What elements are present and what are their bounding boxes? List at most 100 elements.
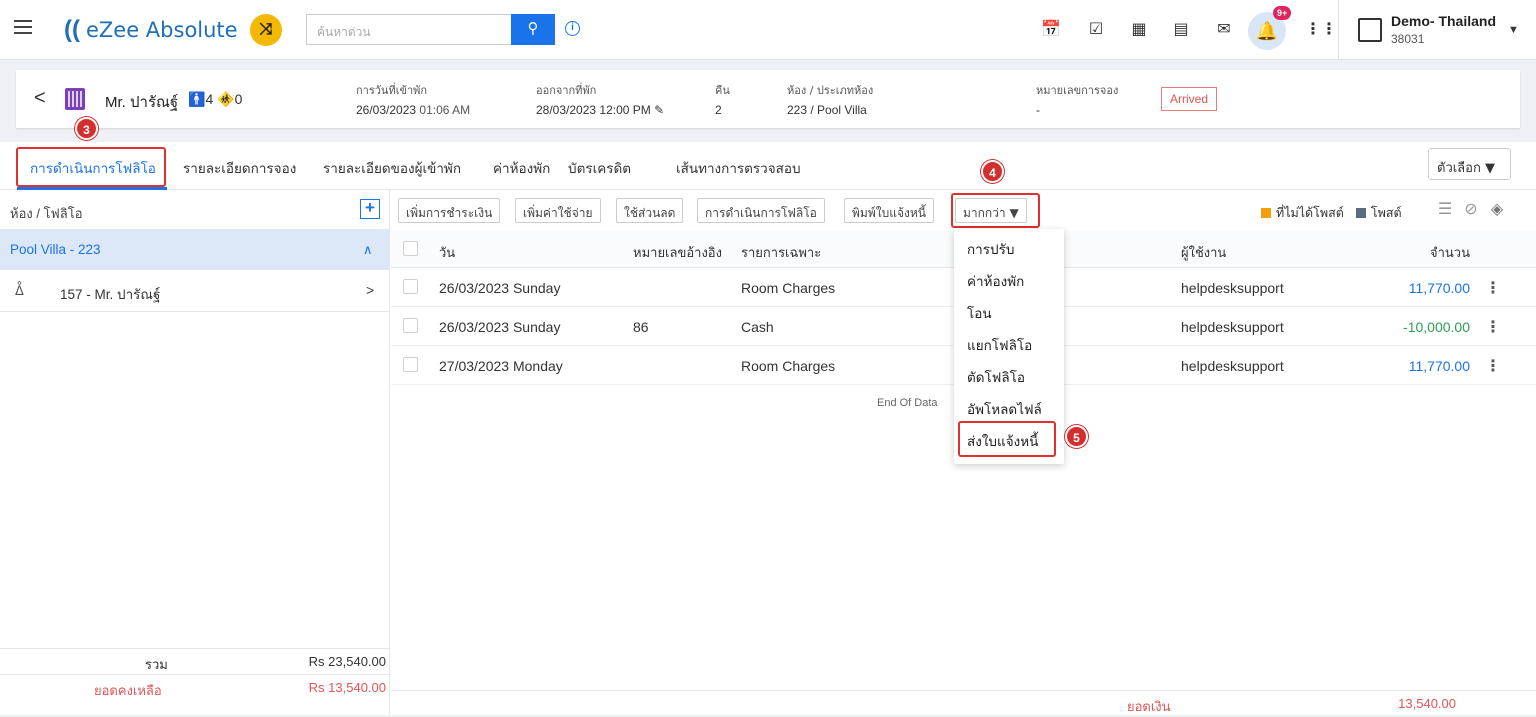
checkin-date: 26/03/2023 [356, 103, 417, 117]
layers-icon[interactable]: ◈ [1486, 199, 1508, 221]
shuffle-icon[interactable]: ⤨ [250, 14, 282, 46]
total-value: Rs 23,540.00 [308, 654, 386, 669]
folio-panel: การดำเนินการโฟลิโอ รายละเอียดการจอง รายล… [0, 142, 1536, 715]
checkout-time: 12:00 PM [599, 103, 651, 117]
room-icon [65, 88, 85, 110]
menu-item-transfer[interactable]: โอน [967, 302, 992, 324]
row-desc: Room Charges [741, 358, 836, 374]
building-icon [1358, 18, 1382, 42]
guest-name: Mr. ปารัณฐ์ [105, 94, 179, 111]
checkin-time: 01:06 AM [419, 103, 471, 117]
row-user: helpdesksupport [1181, 319, 1284, 335]
logo-text: eZee Absolute [85, 18, 238, 42]
legend: ที่ไม่ได้โพสต์ โพสต์ [1261, 203, 1402, 223]
col-desc: รายการเฉพาะ [741, 246, 822, 261]
menu-item-room-charge[interactable]: ค่าห้องพัก [967, 270, 1024, 292]
room-group-label: Pool Villa - 223 [10, 242, 101, 257]
folio-item[interactable]: ᐂ 157 - Mr. ปารัณฐ์ > [0, 270, 389, 312]
print-invoice-button[interactable]: พิมพ์ใบแจ้งหนี้ [844, 198, 934, 223]
search-input[interactable]: ค้นหาด่วน [306, 14, 512, 45]
room-label: ห้อง / ประเภทห้อง [787, 84, 874, 97]
app-logo[interactable]: (( eZee Absolute [64, 14, 238, 46]
notification-badge: 9+ [1273, 6, 1292, 20]
tab-booking-details[interactable]: รายละเอียดการจอง [183, 157, 296, 179]
add-payment-button[interactable]: เพิ่มการชำระเงิน [398, 198, 501, 223]
options-dropdown[interactable]: ตัวเลือก ▼ [1428, 148, 1511, 180]
chevron-right-icon[interactable]: > [366, 282, 374, 298]
row-more-icon[interactable]: ⋮ [1485, 356, 1501, 376]
apps-grid-icon[interactable]: ⋮⋮ [1305, 19, 1337, 41]
top-bar: (( eZee Absolute ⤨ ค้นหาด่วน ⚲ i 📅 ☑ ▦ ▤… [0, 0, 1536, 60]
total-row: รวม Rs 23,540.00 [0, 648, 390, 673]
checkout-label: ออกจากที่พัก [536, 84, 597, 97]
resno-value: - [1036, 103, 1040, 117]
tab-audit-trail[interactable]: เส้นทางการตรวจสอบ [676, 157, 801, 179]
checkin-field: การวันที่เข้าพัก 26/03/2023 01:06 AM [356, 81, 470, 117]
property-name[interactable]: Demo- Thailand [1391, 13, 1496, 29]
end-of-data: End Of Data [877, 397, 938, 409]
logo-icon: (( [64, 16, 80, 43]
calendar-add-icon[interactable]: 📅 [1040, 19, 1062, 41]
row-checkbox[interactable] [403, 318, 418, 333]
search-icon: ⚲ [527, 20, 539, 37]
unposted-swatch [1261, 208, 1271, 218]
balance-label: ยอดคงเหลือ [94, 683, 162, 698]
add-folio-icon[interactable]: + [360, 199, 380, 219]
folio-operations-button[interactable]: การดำเนินการโฟลิโอ [697, 198, 825, 223]
room-folio-list: ห้อง / โฟลิโอ + Pool Villa - 223 ∧ ᐂ 157… [0, 190, 390, 715]
highlight-box [951, 193, 1040, 228]
row-checkbox[interactable] [403, 279, 418, 294]
tab-credit-card[interactable]: บัตรเครดิต [568, 157, 631, 179]
row-desc: Cash [741, 319, 774, 335]
room-value: 223 / Pool Villa [787, 103, 867, 117]
room-group-item[interactable]: Pool Villa - 223 ∧ [0, 230, 389, 270]
add-charge-button[interactable]: เพิ่มค่าใช้จ่าย [515, 198, 601, 223]
folio-tree-icon: ᐂ [15, 283, 24, 298]
highlight-box [958, 421, 1056, 457]
menu-icon[interactable] [14, 20, 32, 34]
row-desc: Room Charges [741, 280, 836, 296]
row-amount: 11,770.00 [1408, 280, 1470, 296]
row-date: 27/03/2023 Monday [439, 358, 563, 374]
select-all-checkbox[interactable] [403, 241, 418, 256]
mail-icon[interactable]: ✉ [1213, 19, 1235, 41]
row-more-icon[interactable]: ⋮ [1485, 278, 1501, 298]
step-marker-4: 4 [981, 160, 1004, 183]
balance-row: ยอดคงเหลือ Rs 13,540.00 [0, 674, 390, 699]
edit-pencil-icon[interactable]: ✎ [654, 103, 664, 117]
pax-count: 🚹4 🚸0 [188, 91, 243, 107]
table-footer: ยอดเงิน 13,540.00 [391, 690, 1536, 715]
calendar-check-icon[interactable]: ☑ [1085, 19, 1107, 41]
tab-folio-operations[interactable]: การดำเนินการโฟลิโอ [30, 157, 156, 179]
menu-item-split-folio[interactable]: แยกโฟลิโอ [967, 334, 1032, 356]
calendar-icon[interactable]: ▦ [1128, 19, 1150, 41]
checkout-field: ออกจากที่พัก 28/03/2023 12:00 PM ✎ [536, 81, 664, 117]
menu-item-cut-folio[interactable]: ตัดโฟลิโอ [967, 366, 1025, 388]
footer-value: 13,540.00 [1398, 696, 1456, 711]
menu-item-adjustment[interactable]: การปรับ [967, 238, 1014, 260]
col-ref: หมายเลขอ้างอิง [633, 246, 722, 261]
chevron-down-icon[interactable]: ▼ [1508, 24, 1519, 36]
row-date: 26/03/2023 Sunday [439, 280, 561, 296]
row-checkbox[interactable] [403, 357, 418, 372]
back-arrow-icon[interactable]: < [34, 87, 46, 110]
step-marker-5: 5 [1065, 425, 1088, 448]
hide-icon[interactable]: ⊘ [1460, 199, 1482, 221]
row-amount: 11,770.00 [1408, 358, 1470, 374]
apply-discount-button[interactable]: ใช้ส่วนลด [616, 198, 684, 223]
tab-guest-details[interactable]: รายละเอียดของผู้เข้าพัก [323, 157, 461, 179]
billing-icon[interactable]: ▤ [1170, 19, 1192, 41]
chevron-up-icon[interactable]: ∧ [363, 242, 373, 258]
status-badge: Arrived [1161, 87, 1218, 111]
resno-label: หมายเลขการจอง [1036, 84, 1119, 97]
legend-unposted: ที่ไม่ได้โพสต์ [1276, 205, 1344, 220]
info-icon[interactable]: i [565, 21, 580, 36]
row-more-icon[interactable]: ⋮ [1485, 317, 1501, 337]
posted-swatch [1355, 208, 1366, 218]
caret-down-icon: ▼ [1484, 161, 1495, 176]
tab-room-charges[interactable]: ค่าห้องพัก [493, 157, 550, 179]
checkin-label: การวันที่เข้าพัก [356, 84, 428, 97]
menu-item-upload-file[interactable]: อัพโหลดไฟล์ [967, 398, 1042, 420]
search-button[interactable]: ⚲ [511, 14, 555, 45]
list-view-icon[interactable]: ☰ [1434, 199, 1456, 221]
